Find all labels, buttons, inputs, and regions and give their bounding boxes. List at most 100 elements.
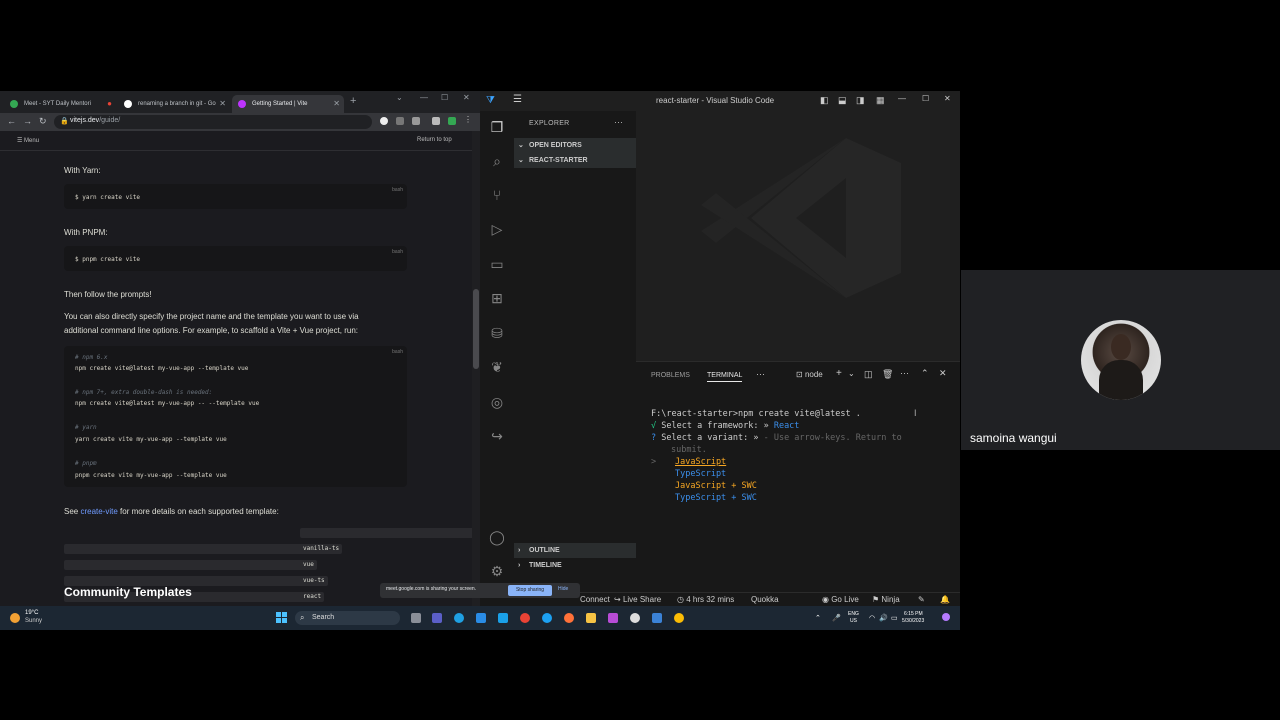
browser-tab-git[interactable]: renaming a branch in git - Go ✕ [118, 95, 230, 113]
manage-gear-icon[interactable]: ⚙ [489, 563, 505, 580]
gitlens-icon[interactable]: ◎ [489, 394, 505, 411]
maximize-panel-icon[interactable]: ⌃ [921, 368, 929, 379]
microphone-icon[interactable]: 🎤 [832, 614, 841, 622]
chrome-canary-icon[interactable] [674, 613, 684, 623]
trash-icon[interactable]: 🗑 [882, 369, 893, 380]
source-control-icon[interactable]: ⑂ [489, 187, 505, 203]
chrome-icon[interactable] [520, 613, 530, 623]
toggle-panel-icon[interactable]: ⬓ [838, 95, 847, 106]
sidebar-icon[interactable] [432, 117, 440, 125]
browser-tab-meet[interactable]: Meet - SYT Daily Mentori ● [4, 95, 116, 113]
app-icon[interactable] [630, 613, 640, 623]
back-button[interactable]: ← [7, 116, 16, 126]
scrollbar-thumb[interactable] [473, 289, 479, 369]
database-icon[interactable]: ⛁ [489, 325, 505, 342]
notification-badge-icon[interactable] [942, 613, 950, 621]
tab-problems[interactable]: PROBLEMS [651, 372, 690, 379]
stop-sharing-button[interactable]: Stop sharing [508, 585, 552, 596]
chevron-down-icon[interactable]: ⌄ [396, 93, 403, 102]
notifications-bell-icon[interactable]: 🔔 [940, 595, 950, 604]
connect-status[interactable]: Connect [580, 595, 610, 604]
customize-layout-icon[interactable]: ▦ [876, 95, 885, 106]
new-terminal-icon[interactable]: + [836, 368, 842, 379]
maximize-icon[interactable]: ☐ [441, 93, 448, 102]
bookmark-star-icon[interactable] [412, 117, 420, 125]
create-vite-link[interactable]: create-vite [80, 507, 117, 516]
live-share-icon[interactable]: ↪ [489, 428, 505, 445]
extension-icon[interactable] [448, 117, 456, 125]
new-tab-button[interactable]: + [350, 95, 356, 107]
accounts-icon[interactable]: ◯ [489, 529, 505, 546]
session-time-status[interactable]: ◷ 4 hrs 32 mins [677, 595, 734, 604]
tab-terminal[interactable]: TERMINAL [707, 372, 743, 382]
close-panel-icon[interactable]: ✕ [939, 368, 947, 379]
more-views-icon[interactable]: ··· [756, 369, 765, 379]
close-window-icon[interactable]: ✕ [463, 93, 470, 102]
live-share-status[interactable]: ↪ Live Share [614, 595, 661, 604]
terminal-shell-selector[interactable]: ⊡ node [796, 370, 823, 379]
variant-option[interactable]: TypeScript [675, 469, 726, 479]
notepad-icon[interactable] [652, 613, 662, 623]
close-tab-icon[interactable]: ✕ [219, 95, 226, 113]
toggle-sidebar-icon[interactable]: ◧ [820, 95, 829, 106]
project-folder-section[interactable]: ⌄ REACT-STARTER [514, 153, 636, 168]
mongodb-leaf-icon[interactable]: ❦ [489, 359, 505, 376]
taskbar-search-box[interactable]: ⌕ Search [295, 611, 400, 625]
app-icon[interactable] [498, 613, 508, 623]
firefox-icon[interactable] [564, 613, 574, 623]
extensions-icon[interactable]: ⊞ [489, 290, 505, 307]
vscode-taskbar-icon[interactable] [476, 613, 486, 623]
maximize-icon[interactable]: ☐ [922, 94, 929, 103]
search-icon[interactable]: ⌕ [489, 153, 505, 170]
more-actions-icon[interactable]: ··· [614, 117, 623, 127]
open-editors-section[interactable]: ⌄ OPEN EDITORS [514, 138, 636, 153]
docs-menu-button[interactable]: ☰ Menu [17, 137, 39, 144]
more-menu-icon[interactable]: ⋮ [464, 115, 472, 124]
page-scrollbar[interactable] [472, 131, 480, 606]
remote-explorer-icon[interactable]: ▭ [489, 256, 505, 273]
tray-overflow-icon[interactable]: ⌃ [815, 614, 821, 622]
forward-button[interactable]: → [23, 116, 32, 126]
go-live-status[interactable]: ◉ Go Live [822, 595, 859, 604]
language-top[interactable]: ENG [848, 611, 859, 617]
wifi-icon[interactable]: ◠ [869, 614, 875, 622]
feedback-icon[interactable]: ✎ [918, 595, 925, 604]
minimize-icon[interactable]: — [420, 93, 428, 102]
hamburger-menu-icon[interactable]: ☰ [513, 94, 522, 105]
return-to-top-link[interactable]: Return to top [417, 137, 452, 143]
edge-icon[interactable] [454, 613, 464, 623]
variant-option[interactable]: JavaScript [675, 457, 726, 467]
section-label: OPEN EDITORS [529, 142, 582, 149]
volume-icon[interactable]: 🔊 [879, 614, 888, 622]
hide-banner-button[interactable]: Hide [558, 586, 568, 592]
toggle-secondary-sidebar-icon[interactable]: ◨ [856, 95, 865, 106]
timeline-section[interactable]: › TIMELINE [514, 558, 636, 573]
twitter-icon[interactable] [542, 613, 552, 623]
split-terminal-icon[interactable]: ◫ [864, 369, 873, 380]
outline-section[interactable]: › OUTLINE [514, 543, 636, 558]
close-window-icon[interactable]: ✕ [944, 94, 951, 103]
explorer-icon[interactable]: ❐ [489, 119, 505, 136]
google-lens-icon[interactable] [380, 117, 388, 125]
sun-weather-icon[interactable] [10, 613, 20, 623]
minimize-icon[interactable]: — [898, 94, 906, 103]
share-icon[interactable] [396, 117, 404, 125]
variant-option[interactable]: TypeScript + SWC [675, 493, 757, 503]
battery-icon[interactable]: ▭ [891, 614, 898, 622]
close-tab-icon[interactable]: ✕ [333, 95, 340, 113]
chevron-down-icon[interactable]: ⌄ [848, 369, 855, 378]
quokka-status[interactable]: Quokka [751, 595, 779, 604]
windows-start-icon[interactable] [276, 612, 287, 623]
file-explorer-icon[interactable] [586, 613, 596, 623]
more-actions-icon[interactable]: ··· [900, 368, 909, 378]
app-icon[interactable] [608, 613, 618, 623]
variant-option[interactable]: JavaScript + SWC [675, 481, 757, 491]
clock-time[interactable]: 6:15 PM [904, 611, 923, 617]
task-view-icon[interactable] [411, 613, 421, 623]
address-bar[interactable]: 🔒 vitejs.dev/guide/ [54, 115, 372, 129]
teams-icon[interactable] [432, 613, 442, 623]
ninja-status[interactable]: ⚑ Ninja [872, 595, 900, 604]
reload-button[interactable]: ↻ [39, 116, 47, 127]
browser-tab-vite[interactable]: Getting Started | Vite ✕ [232, 95, 344, 113]
run-debug-icon[interactable]: ▷ [489, 221, 505, 238]
